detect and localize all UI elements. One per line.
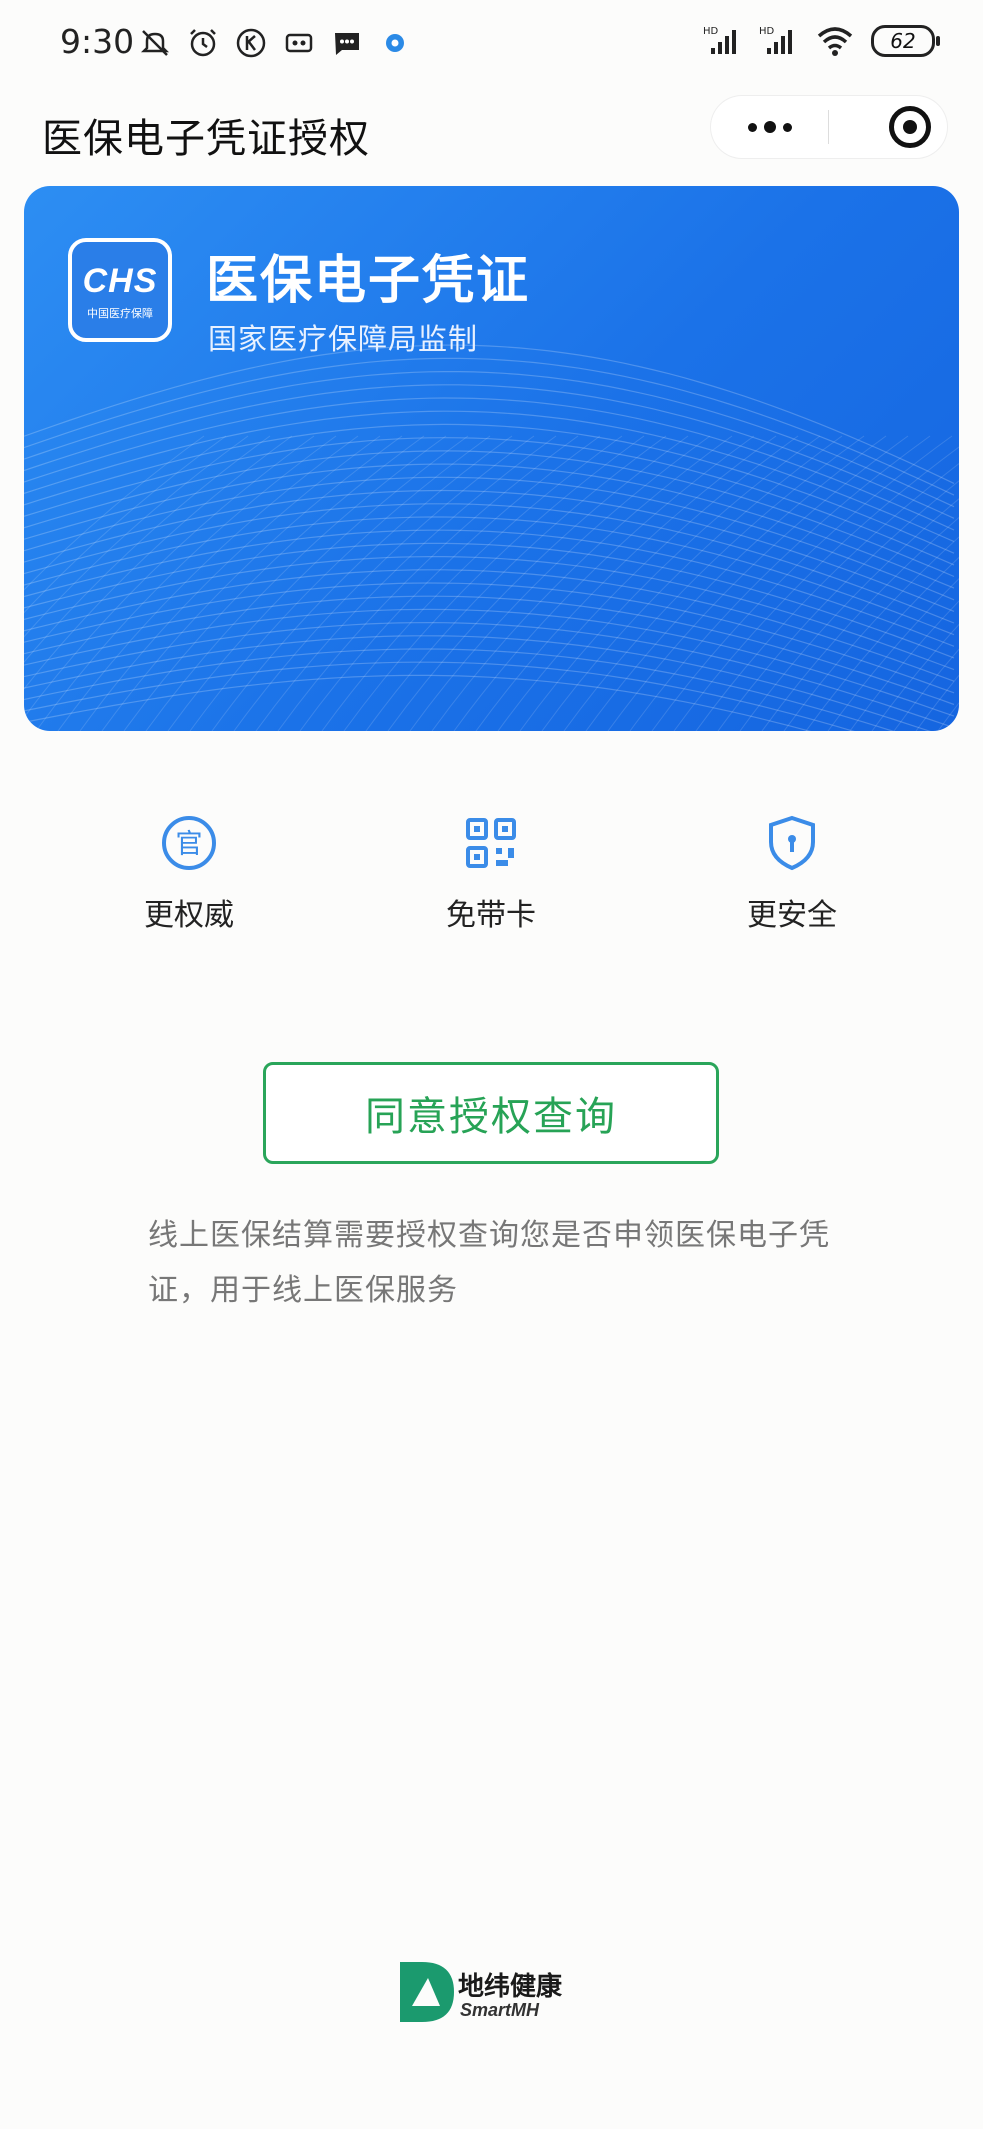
app-dot-icon [386,34,404,52]
feature-authority: 官 更权威 [89,812,289,934]
feature-label: 更安全 [747,898,837,933]
page-title: 医保电子凭证授权 [42,116,370,162]
status-icons-left [138,26,412,60]
nav-bar: 医保电子凭证授权 [0,88,983,168]
svg-text:HD: HD [759,26,775,37]
svg-text:HD: HD [703,26,719,37]
status-bar: 9:30 HD HD 62 [0,0,983,88]
chs-logo: CHS 中国医疗保障 [68,238,172,342]
agree-authorize-button[interactable]: 同意授权查询 [263,1062,719,1164]
battery-icon: 62 [871,25,940,57]
more-button[interactable] [711,96,829,158]
feature-label: 更权威 [144,898,234,933]
more-dot-icon [783,122,792,132]
feature-no-card: 免带卡 [391,812,591,934]
more-dot-icon [748,122,757,132]
battery-level: 62 [890,29,916,53]
authorization-description: 线上医保结算需要授权查询您是否申领医保电子凭证，用于线上医保服务 [148,1218,830,1308]
status-icons-right: HD HD 62 [703,24,940,58]
brand-name: 地纬健康 [458,1972,563,2002]
brand-logo: 地纬健康 SmartMH [398,1958,598,2028]
signal-hd-icon: HD [759,26,792,54]
credential-card: CHS 中国医疗保障 医保电子凭证 国家医疗保障局监制 [24,186,959,731]
feature-label: 免带卡 [446,898,536,933]
status-time: 9:30 [60,22,135,61]
feature-list: 官 更权威 免带卡 更安全 [0,812,983,942]
mini-program-capsule [711,96,947,158]
more-dot-icon [764,121,776,133]
k-icon [236,28,266,58]
card-subtitle: 国家医疗保障局监制 [208,322,479,356]
shield-lock-icon [769,815,815,871]
logo-subtext: 中国医疗保障 [87,307,153,320]
qr-code-icon [466,818,516,868]
wifi-icon [817,27,853,56]
signal-hd-icon: HD [703,26,736,54]
capsule-divider [828,110,829,144]
brand-d-icon [400,1962,454,2022]
message-icon [335,33,359,55]
close-button[interactable] [889,106,931,148]
official-seal-icon: 官 [162,816,216,870]
feature-security: 更安全 [692,812,892,934]
svg-text:官: 官 [176,829,203,860]
mute-icon [140,30,170,56]
target-icon [903,120,917,134]
alarm-icon [190,29,216,57]
voicemail-icon [285,33,313,53]
brand-subtitle: SmartMH [460,2000,540,2020]
logo-text: CHS [82,262,158,300]
card-title: 医保电子凭证 [206,251,531,311]
